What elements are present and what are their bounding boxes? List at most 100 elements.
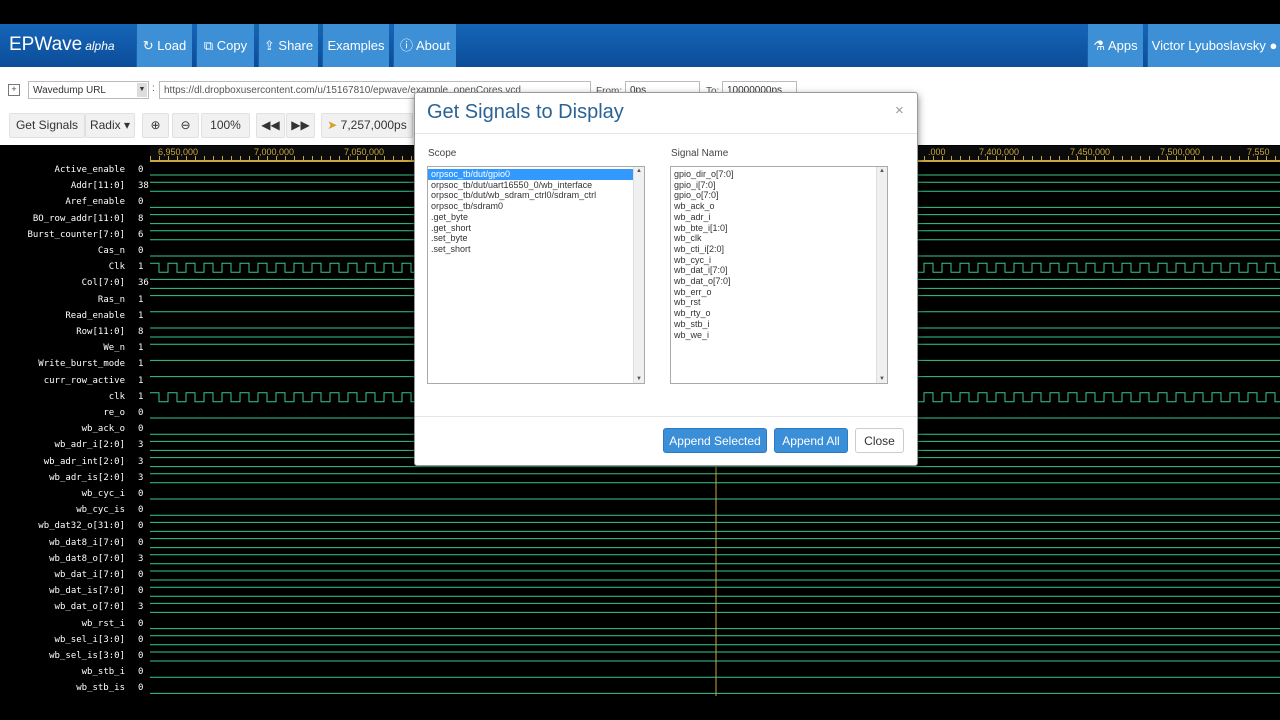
signal-name[interactable]: wb_dat_o[7:0]: [0, 602, 125, 612]
scope-item[interactable]: .set_short: [428, 244, 634, 255]
signal-name[interactable]: clk: [0, 392, 125, 402]
cursor-time[interactable]: ➤ 7,257,000ps: [321, 113, 413, 138]
signal-item[interactable]: gpio_dir_o[7:0]: [671, 169, 877, 180]
zoom-full-button[interactable]: 100%: [201, 113, 250, 138]
user-name: Victor Lyuboslavsky: [1151, 38, 1266, 53]
zoom-in-button[interactable]: ⊕: [142, 113, 169, 138]
signal-name[interactable]: wb_dat_is[7:0]: [0, 586, 125, 596]
signal-name[interactable]: wb_adr_is[2:0]: [0, 473, 125, 483]
ruler-minor-tick: [294, 156, 295, 160]
signal-item[interactable]: wb_clk: [671, 233, 877, 244]
signal-name[interactable]: wb_dat8_i[7:0]: [0, 538, 125, 548]
scope-item[interactable]: orpsoc_tb/dut/gpio0: [428, 169, 634, 180]
zoom-out-icon: ⊖: [180, 118, 191, 132]
prev-edge-button[interactable]: ◀◀: [256, 113, 285, 138]
signal-name[interactable]: Read_enable: [0, 311, 125, 321]
ruler-minor-tick: [204, 156, 205, 160]
signal-name[interactable]: wb_ack_o: [0, 424, 125, 434]
signal-name[interactable]: wb_dat8_o[7:0]: [0, 554, 125, 564]
signal-name[interactable]: wb_cyc_i: [0, 489, 125, 499]
signal-name[interactable]: wb_sel_i[3:0]: [0, 635, 125, 645]
signal-scrollbar[interactable]: ▲ ▼: [876, 167, 887, 383]
signal-name[interactable]: wb_sel_is[3:0]: [0, 651, 125, 661]
ruler-minor-tick: [240, 156, 241, 160]
copy-button[interactable]: ⧉ Copy: [196, 24, 254, 67]
signal-item[interactable]: wb_cyc_i: [671, 255, 877, 266]
signal-item[interactable]: gpio_i[7:0]: [671, 180, 877, 191]
signal-name[interactable]: Col[7:0]: [0, 278, 125, 288]
zoom-out-button[interactable]: ⊖: [172, 113, 199, 138]
signal-name[interactable]: wb_stb_i: [0, 667, 125, 677]
source-type-select[interactable]: Wavedump URL ▼: [28, 81, 149, 99]
scope-scrollbar[interactable]: ▲ ▼: [633, 167, 644, 383]
share-button[interactable]: ⇪ Share: [258, 24, 318, 67]
radix-dropdown[interactable]: Radix ▾: [85, 113, 135, 138]
append-selected-button[interactable]: Append Selected: [663, 428, 767, 453]
get-signals-button[interactable]: Get Signals: [9, 113, 85, 138]
signal-name[interactable]: Ras_n: [0, 295, 125, 305]
signal-name[interactable]: wb_rst_i: [0, 619, 125, 629]
signal-item[interactable]: wb_bte_i[1:0]: [671, 223, 877, 234]
signal-item[interactable]: gpio_o[7:0]: [671, 190, 877, 201]
signal-name[interactable]: Write_burst_mode: [0, 359, 125, 369]
brand[interactable]: EPWave alpha: [9, 34, 115, 56]
signal-item[interactable]: wb_dat_o[7:0]: [671, 276, 877, 287]
signal-name[interactable]: Burst_counter[7:0]: [0, 230, 125, 240]
examples-button[interactable]: Examples: [322, 24, 389, 67]
expand-icon[interactable]: +: [8, 84, 20, 96]
signal-item[interactable]: wb_dat_i[7:0]: [671, 265, 877, 276]
scope-item[interactable]: .get_short: [428, 223, 634, 234]
ruler-minor-tick: [1023, 156, 1024, 160]
signal-list[interactable]: gpio_dir_o[7:0] gpio_i[7:0] gpio_o[7:0] wb_…: [670, 166, 888, 384]
signal-item[interactable]: wb_ack_o: [671, 201, 877, 212]
apps-button[interactable]: ⚗ Apps: [1087, 24, 1143, 67]
signal-name[interactable]: wb_adr_int[2:0]: [0, 457, 125, 467]
signal-item[interactable]: wb_rst: [671, 297, 877, 308]
scope-item[interactable]: .get_byte: [428, 212, 634, 223]
signal-name[interactable]: wb_stb_is: [0, 683, 125, 693]
scope-item[interactable]: orpsoc_tb/dut/wb_sdram_ctrl0/sdram_ctrl: [428, 190, 634, 201]
signal-name[interactable]: wb_adr_i[2:0]: [0, 440, 125, 450]
scope-item[interactable]: .set_byte: [428, 233, 634, 244]
ruler-minor-tick: [312, 156, 313, 160]
signal-name[interactable]: wb_dat_i[7:0]: [0, 570, 125, 580]
close-icon[interactable]: ×: [895, 102, 904, 119]
ruler-minor-tick: [1275, 156, 1276, 160]
ruler-minor-tick: [1248, 156, 1249, 160]
about-button[interactable]: ⓘ About: [393, 24, 456, 67]
scope-list[interactable]: orpsoc_tb/dut/gpio0 orpsoc_tb/dut/uart165…: [427, 166, 645, 384]
signal-name[interactable]: Clk: [0, 262, 125, 272]
signal-name[interactable]: Row[11:0]: [0, 327, 125, 337]
signal-name[interactable]: Aref_enable: [0, 197, 125, 207]
signal-name[interactable]: re_o: [0, 408, 125, 418]
ruler-minor-tick: [402, 156, 403, 160]
load-button[interactable]: ↻ Load: [136, 24, 192, 67]
signal-item[interactable]: wb_adr_i: [671, 212, 877, 223]
scope-item[interactable]: orpsoc_tb/sdram0: [428, 201, 634, 212]
signal-name[interactable]: Active_enable: [0, 165, 125, 175]
ruler-minor-tick: [159, 156, 160, 160]
scope-item[interactable]: orpsoc_tb/dut/uart16550_0/wb_interface: [428, 180, 634, 191]
signal-name[interactable]: wb_cyc_is: [0, 505, 125, 515]
signal-item[interactable]: wb_we_i: [671, 330, 877, 341]
append-all-button[interactable]: Append All: [774, 428, 848, 453]
signal-name[interactable]: curr_row_active: [0, 376, 125, 386]
ruler-minor-tick: [1185, 156, 1186, 160]
signal-name[interactable]: BO_row_addr[11:0]: [0, 214, 125, 224]
copy-icon: ⧉: [203, 38, 217, 53]
close-label: Close: [864, 434, 895, 448]
signal-value: 8: [138, 327, 144, 337]
user-menu[interactable]: Victor Lyuboslavsky ●: [1147, 24, 1280, 67]
signal-item[interactable]: wb_err_o: [671, 287, 877, 298]
ruler-minor-tick: [348, 156, 349, 160]
signal-name[interactable]: We_n: [0, 343, 125, 353]
next-edge-button[interactable]: ▶▶: [286, 113, 315, 138]
signal-name[interactable]: Cas_n: [0, 246, 125, 256]
close-button[interactable]: Close: [855, 428, 904, 453]
signal-item[interactable]: wb_cti_i[2:0]: [671, 244, 877, 255]
signal-item[interactable]: wb_rty_o: [671, 308, 877, 319]
signal-name[interactable]: wb_dat32_o[31:0]: [0, 521, 125, 531]
signal-name[interactable]: Addr[11:0]: [0, 181, 125, 191]
signal-item[interactable]: wb_stb_i: [671, 319, 877, 330]
scroll-up-icon: ▲: [636, 168, 642, 174]
